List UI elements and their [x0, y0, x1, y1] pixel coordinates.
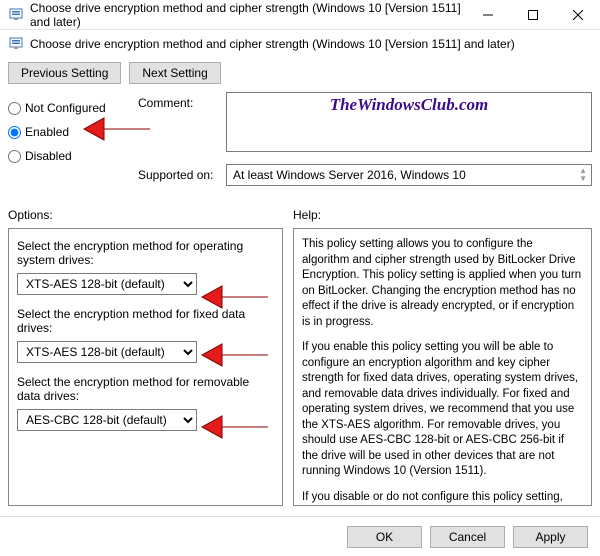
header-title: Choose drive encryption method and ciphe…: [30, 37, 515, 51]
footer: OK Cancel Apply: [0, 516, 600, 556]
radio-enabled-input[interactable]: [8, 126, 21, 139]
option-os-label: Select the encryption method for operati…: [17, 239, 274, 267]
titlebar: Choose drive encryption method and ciphe…: [0, 0, 600, 30]
close-button[interactable]: [555, 0, 600, 30]
option-removable-label: Select the encryption method for removab…: [17, 375, 274, 403]
apply-button[interactable]: Apply: [513, 526, 588, 548]
supported-on-value: At least Windows Server 2016, Windows 10: [233, 168, 466, 182]
help-content[interactable]: This policy setting allows you to config…: [293, 228, 592, 506]
state-radio-group: Not Configured Enabled Disabled: [8, 92, 138, 170]
window-title: Choose drive encryption method and ciphe…: [30, 1, 465, 29]
radio-disabled-label: Disabled: [25, 149, 72, 163]
maximize-button[interactable]: [510, 0, 555, 30]
radio-not-configured[interactable]: Not Configured: [8, 98, 138, 118]
help-p1: This policy setting allows you to config…: [302, 237, 583, 330]
options-pane: Options: Select the encryption method fo…: [8, 208, 283, 506]
previous-setting-button[interactable]: Previous Setting: [8, 62, 121, 84]
header: Choose drive encryption method and ciphe…: [0, 30, 600, 58]
nav-row: Previous Setting Next Setting: [0, 58, 600, 92]
option-fixed-select[interactable]: XTS-AES 128-bit (default): [17, 341, 197, 363]
option-fixed-label: Select the encryption method for fixed d…: [17, 307, 274, 335]
option-os-select[interactable]: XTS-AES 128-bit (default): [17, 273, 197, 295]
ok-button[interactable]: OK: [347, 526, 422, 548]
policy-icon: [8, 36, 24, 52]
help-p3: If you disable or do not configure this …: [302, 490, 583, 506]
scroll-hint-icon: ▲▼: [579, 167, 587, 183]
comment-label: Comment:: [138, 92, 220, 110]
help-p2: If you enable this policy setting you wi…: [302, 340, 583, 480]
help-pane: Help: This policy setting allows you to …: [293, 208, 592, 506]
minimize-button[interactable]: [465, 0, 510, 30]
supported-on-field: At least Windows Server 2016, Windows 10…: [226, 164, 592, 186]
help-header: Help:: [293, 208, 592, 228]
options-header: Options:: [8, 208, 283, 228]
app-icon: [8, 7, 24, 23]
cancel-button[interactable]: Cancel: [430, 526, 505, 548]
radio-enabled[interactable]: Enabled: [8, 122, 138, 142]
radio-enabled-label: Enabled: [25, 125, 69, 139]
radio-disabled[interactable]: Disabled: [8, 146, 138, 166]
option-removable-select[interactable]: AES-CBC 128-bit (default): [17, 409, 197, 431]
radio-not-configured-label: Not Configured: [25, 101, 106, 115]
comment-textarea[interactable]: TheWindowsClub.com: [226, 92, 592, 152]
supported-on-label: Supported on:: [138, 164, 220, 182]
options-content: Select the encryption method for operati…: [8, 228, 283, 506]
next-setting-button[interactable]: Next Setting: [129, 62, 220, 84]
radio-disabled-input[interactable]: [8, 150, 21, 163]
radio-not-configured-input[interactable]: [8, 102, 21, 115]
